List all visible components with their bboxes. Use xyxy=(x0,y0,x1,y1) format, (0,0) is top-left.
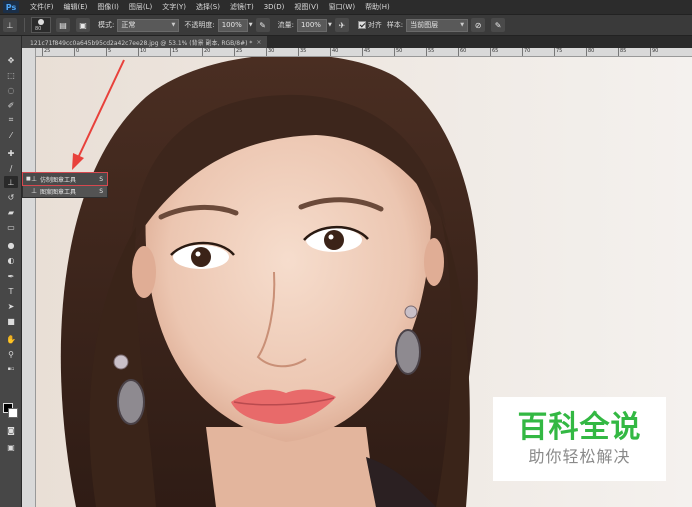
pattern-stamp-icon: ⊥ xyxy=(31,187,38,195)
flyout-item-pattern-stamp[interactable]: ⊥ 图案图章工具 S xyxy=(23,185,107,197)
flyout-item-label: 仿制图章工具 xyxy=(40,176,77,184)
flyout-item-clone-stamp[interactable]: ■ ⊥ 仿制图章工具 S xyxy=(22,172,108,186)
watermark-subtitle: 助你轻松解决 xyxy=(528,447,631,466)
clone-stamp-icon: ⊥ xyxy=(31,175,38,183)
stamp-tool-flyout: ■ ⊥ 仿制图章工具 S ⊥ 图案图章工具 S xyxy=(22,172,108,198)
watermark-title: 百科全说 xyxy=(517,410,642,445)
flyout-item-label: 图案图章工具 xyxy=(40,188,77,196)
flyout-item-shortcut: S xyxy=(99,175,103,183)
watermark-logo: 百科全说 助你轻松解决 xyxy=(493,397,666,481)
flyout-item-shortcut: S xyxy=(99,187,103,195)
